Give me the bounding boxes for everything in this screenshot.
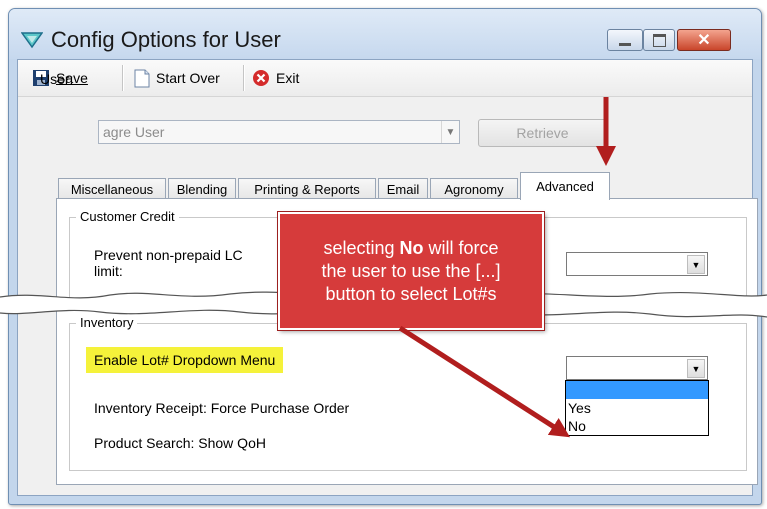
minimize-icon — [619, 42, 631, 46]
exit-icon — [253, 70, 269, 86]
dropdown-option-yes[interactable]: Yes — [566, 399, 708, 417]
toolbar-separator — [122, 65, 124, 91]
tab-email[interactable]: Email — [378, 178, 428, 199]
tab-miscellaneous[interactable]: Miscellaneous — [58, 178, 166, 199]
prevent-nonprepaid-dropdown[interactable]: ▼ — [566, 252, 708, 276]
maximize-icon — [652, 33, 666, 47]
annotation-callout: selecting No will force the user to use … — [278, 212, 544, 330]
title-bar[interactable]: Config Options for User ✕ — [9, 9, 761, 59]
user-combo[interactable]: agre User ▼ — [98, 120, 460, 144]
document-icon — [134, 69, 150, 87]
user-label: User: — [40, 71, 74, 87]
inventory-group: Inventory Enable Lot# Dropdown Menu ▼ Ye… — [69, 315, 747, 471]
close-icon: ✕ — [697, 32, 711, 49]
chevron-down-icon[interactable]: ▼ — [687, 359, 705, 378]
callout-text-line2: the user to use the [...] — [321, 260, 501, 281]
enable-lot-dropdown-label: Enable Lot# Dropdown Menu — [86, 347, 284, 373]
toolbar-separator — [243, 65, 245, 91]
callout-text-suffix: will force — [423, 237, 499, 258]
callout-text-prefix: selecting — [323, 237, 400, 258]
tab-blending[interactable]: Blending — [168, 178, 236, 199]
enable-lot-dropdown[interactable]: ▼ — [566, 356, 708, 380]
maximize-button[interactable] — [643, 29, 675, 51]
dropdown-option-blank[interactable] — [566, 381, 708, 399]
dropdown-option-no[interactable]: No — [566, 417, 708, 435]
inventory-receipt-label: Inventory Receipt: Force Purchase Order — [94, 400, 350, 416]
prevent-nonprepaid-label-cont: limit: — [94, 263, 123, 279]
user-value: agre User — [103, 124, 165, 140]
close-button[interactable]: ✕ — [677, 29, 731, 51]
callout-text-line3: button to select Lot#s — [325, 283, 497, 304]
minimize-button[interactable] — [607, 29, 643, 51]
tab-printing-reports[interactable]: Printing & Reports — [238, 178, 376, 199]
chevron-down-icon[interactable]: ▼ — [441, 121, 459, 143]
retrieve-button[interactable]: Retrieve — [478, 119, 607, 147]
exit-label: Exit — [276, 70, 300, 86]
tab-agronomy[interactable]: Agronomy — [430, 178, 518, 199]
toolbar: Save Start Over Exit — [18, 60, 752, 97]
tab-advanced[interactable]: Advanced — [520, 172, 610, 200]
enable-lot-dropdown-list: Yes No — [565, 380, 709, 436]
window-title: Config Options for User — [51, 27, 281, 52]
chevron-down-icon[interactable]: ▼ — [687, 255, 705, 274]
product-search-label: Product Search: Show QoH — [94, 435, 266, 451]
callout-text-bold: No — [399, 237, 424, 258]
prevent-nonprepaid-label: Prevent non-prepaid LC — [94, 247, 243, 263]
app-arrow-icon — [21, 32, 43, 49]
customer-credit-title: Customer Credit — [76, 209, 179, 224]
start-over-button[interactable]: Start Over — [134, 66, 220, 90]
start-over-label: Start Over — [156, 70, 220, 86]
exit-button[interactable]: Exit — [252, 66, 299, 90]
